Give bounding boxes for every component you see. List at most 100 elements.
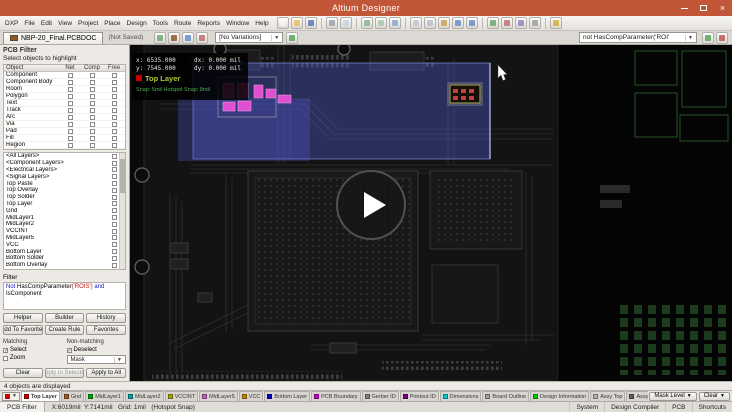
free-checkbox[interactable]: [111, 142, 117, 148]
object-type-row[interactable]: Region: [4, 142, 125, 149]
object-type-row[interactable]: Polygon: [4, 93, 125, 100]
free-checkbox[interactable]: [111, 135, 117, 141]
pcb-canvas[interactable]: x: 6535.000 dx: 0.000 mil y: 7545.000 dy…: [130, 45, 732, 381]
filter-apply-button[interactable]: Apply to All: [86, 368, 127, 378]
layer-list-item[interactable]: Bottom Overlay: [4, 262, 125, 269]
layer-tab[interactable]: Dimensions: [439, 391, 482, 401]
menu-item[interactable]: Place: [101, 18, 123, 29]
layer-checkbox[interactable]: [112, 255, 117, 261]
layer-tab[interactable]: Gerber ID: [361, 391, 399, 401]
layer-checkbox[interactable]: [112, 160, 117, 166]
mask-mode-dropdown[interactable]: Mask ▼: [66, 355, 126, 364]
scrollbar-thumb[interactable]: [120, 159, 125, 193]
variant-icon[interactable]: [286, 31, 299, 44]
layer-list-item[interactable]: VCCINT: [4, 228, 125, 235]
zoom-area-icon[interactable]: [374, 17, 387, 29]
object-type-row[interactable]: Room: [4, 86, 125, 93]
layer-list-item[interactable]: <Signal Layers>: [4, 173, 125, 180]
net-checkbox[interactable]: [67, 72, 73, 78]
layer-tab[interactable]: MidLayer5: [199, 391, 238, 401]
layer-checkbox[interactable]: [112, 262, 117, 268]
free-checkbox[interactable]: [111, 107, 117, 113]
comp-checkbox[interactable]: [89, 93, 95, 99]
refresh-icon[interactable]: [154, 31, 167, 44]
panel-access-button[interactable]: System: [569, 402, 604, 412]
filter-tool-button[interactable]: Add To Favorites: [3, 325, 43, 335]
net-checkbox[interactable]: [67, 93, 73, 99]
video-play-button[interactable]: [336, 170, 406, 240]
layer-checkbox[interactable]: [112, 167, 117, 173]
menu-item[interactable]: Help: [252, 18, 271, 29]
net-checkbox[interactable]: [67, 79, 73, 85]
panel-access-button[interactable]: Design Compiler: [604, 402, 665, 412]
open-document-icon[interactable]: [290, 17, 303, 29]
non-matching-option[interactable]: Deselect: [66, 346, 127, 354]
menu-item[interactable]: File: [21, 18, 37, 29]
filter-tool-button[interactable]: Create Rule: [44, 325, 85, 335]
layer-list-item[interactable]: VCC: [4, 241, 125, 248]
filter-clear-icon[interactable]: [716, 31, 728, 44]
close-button[interactable]: ×: [713, 0, 732, 16]
comp-checkbox[interactable]: [89, 107, 95, 113]
free-checkbox[interactable]: [111, 128, 117, 134]
layer-checkbox[interactable]: [112, 249, 117, 255]
layer-tab[interactable]: MidLayer2: [124, 391, 164, 401]
filter-apply-icon[interactable]: [702, 31, 714, 44]
object-type-row[interactable]: Component Body: [4, 79, 125, 86]
undo-icon[interactable]: [451, 17, 464, 29]
comp-checkbox[interactable]: [89, 128, 95, 134]
layer-checkbox[interactable]: [112, 215, 117, 221]
layer-tab[interactable]: Top Layer: [20, 391, 60, 401]
comp-checkbox[interactable]: [89, 79, 95, 85]
filter-tool-button[interactable]: Favorites: [86, 325, 127, 335]
layer-list-item[interactable]: Gnd: [4, 207, 125, 214]
redo-icon[interactable]: [465, 17, 478, 29]
menu-item[interactable]: Tools: [150, 18, 171, 29]
document-tab[interactable]: NBP-20_Final.PCBDOC: [3, 31, 104, 44]
maximize-button[interactable]: [694, 0, 713, 16]
layer-tab[interactable]: PCB Boundary: [311, 391, 361, 401]
comp-checkbox[interactable]: [89, 86, 95, 92]
layer-checkbox[interactable]: [112, 174, 117, 180]
object-type-row[interactable]: Fill: [4, 135, 125, 142]
layer-checkbox[interactable]: [112, 208, 117, 214]
zoom-selection-icon[interactable]: [388, 17, 401, 29]
toolbar-separator[interactable]: [481, 17, 483, 29]
filter-apply-button[interactable]: Clear: [3, 368, 43, 378]
layer-list-item[interactable]: <Electrical Layers>: [4, 167, 125, 174]
net-checkbox[interactable]: [67, 142, 73, 148]
comp-checkbox[interactable]: [89, 100, 95, 106]
free-checkbox[interactable]: [111, 114, 117, 120]
layer-list-item[interactable]: Bottom Layer: [4, 248, 125, 255]
layer-checkbox[interactable]: [112, 235, 117, 241]
net-checkbox[interactable]: [67, 114, 73, 120]
layer-checkbox[interactable]: [112, 194, 117, 200]
menu-item[interactable]: Edit: [38, 18, 55, 29]
menu-item[interactable]: Reports: [194, 18, 223, 29]
layer-checkbox[interactable]: [112, 187, 117, 193]
toolbar-separator[interactable]: [320, 17, 322, 29]
comp-checkbox[interactable]: [89, 72, 95, 78]
clear-mask-button[interactable]: Clear ▼: [698, 391, 730, 401]
filter-expression-editor[interactable]: Not HasCompParameter('ROIS') and IsCompo…: [3, 282, 126, 310]
pcb-filter-panel-tab[interactable]: PCB Filter: [0, 402, 45, 412]
comp-checkbox[interactable]: [89, 135, 95, 141]
object-type-row[interactable]: Arc: [4, 114, 125, 121]
filter-icon[interactable]: [486, 17, 499, 29]
matching-option[interactable]: Select: [3, 346, 63, 354]
option-checkbox[interactable]: [66, 347, 72, 353]
object-type-row[interactable]: Via: [4, 121, 125, 128]
filter-tool-button[interactable]: Builder: [44, 313, 85, 323]
layer-tab[interactable]: VCC: [238, 391, 264, 401]
free-checkbox[interactable]: [111, 93, 117, 99]
layer-list-item[interactable]: Top Overlay: [4, 187, 125, 194]
layer-checkbox[interactable]: [112, 153, 117, 159]
layer-list-item[interactable]: Top Layer: [4, 201, 125, 208]
layer-tab[interactable]: Printout ID: [399, 391, 439, 401]
panel-access-button[interactable]: Shortcuts: [691, 402, 732, 412]
layer-checkbox[interactable]: [112, 201, 117, 207]
variations-dropdown[interactable]: [No Variations] ▼: [215, 32, 284, 43]
object-type-row[interactable]: Component: [4, 72, 125, 79]
board-view-icon[interactable]: [168, 31, 181, 44]
layer-tab[interactable]: Bottom Layer: [264, 391, 311, 401]
